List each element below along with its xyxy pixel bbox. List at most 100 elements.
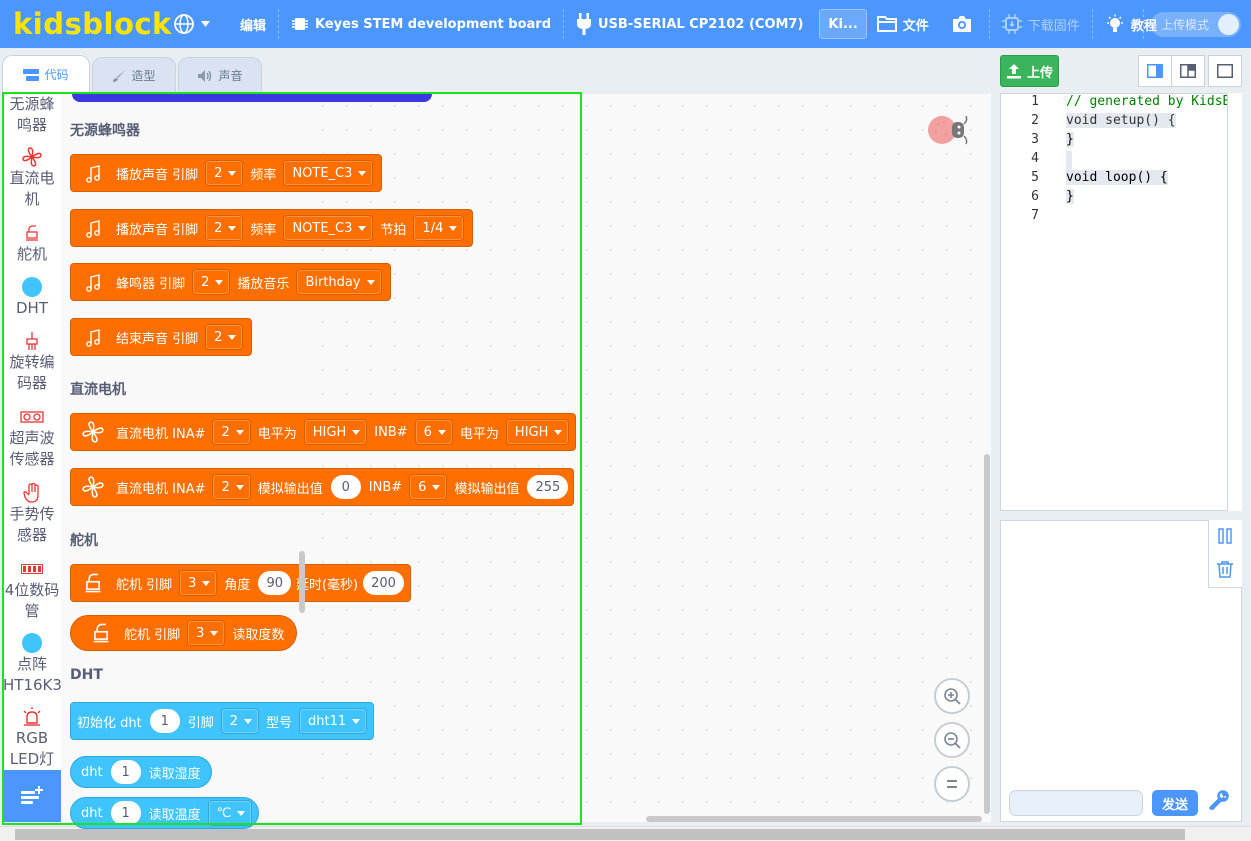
category-buzzer[interactable]: 无源蜂鸣器 [3, 94, 61, 136]
code-caret-highlight [1066, 151, 1072, 170]
inb-dropdown[interactable]: 6 [409, 474, 448, 500]
workspace-vertical-scrollbar[interactable] [984, 454, 990, 814]
dht-id-input[interactable]: 1 [110, 760, 141, 784]
model-dropdown[interactable]: dht11 [299, 708, 368, 734]
block-buzzer-music[interactable]: 蜂鸣器 引脚 2 播放音乐 Birthday [70, 263, 391, 301]
tab-code[interactable]: 代码 [2, 55, 90, 93]
block-dht-init[interactable]: 初始化 dht 1 引脚 2 型号 dht11 [70, 702, 375, 740]
menu-bar: kidsblock 编辑 Keyes STEM development boar… [0, 0, 1251, 48]
dht-id-input[interactable]: 1 [110, 801, 141, 825]
upload-button[interactable]: 上传 [1000, 55, 1059, 87]
frequency-dropdown[interactable]: NOTE_C3 [283, 160, 374, 186]
block-label: 延时(毫秒) [295, 577, 359, 593]
firmware-button[interactable]: 下载固件 [990, 0, 1092, 48]
block-dc-motor-analog[interactable]: 直流电机 INA# 2 模拟输出值 0 INB# 6 模拟输出值 255 [70, 468, 575, 506]
code-editor[interactable]: 1 // generated by KidsBlo 2 void setup()… [1000, 93, 1242, 511]
music-dropdown[interactable]: Birthday [296, 269, 382, 295]
category-servo[interactable]: 舵机 [3, 222, 61, 265]
delay-input[interactable]: 200 [363, 571, 404, 595]
extension-button[interactable] [3, 770, 61, 822]
category-ultrasonic[interactable]: 超声波传感器 [3, 406, 61, 470]
beat-dropdown[interactable]: 1/4 [413, 215, 465, 241]
category-dot-matrix[interactable]: 点阵HT16K33 [3, 632, 61, 696]
angle-input[interactable]: 90 [258, 571, 291, 595]
palette-scrollbar[interactable] [299, 551, 305, 613]
layout-split-button[interactable] [1171, 55, 1205, 87]
category-label: 舵机 [16, 245, 47, 263]
zoom-reset-button[interactable] [934, 766, 970, 802]
block-dht-humidity[interactable]: dht 1 读取湿度 [70, 756, 212, 788]
block-label: 频率 [250, 167, 277, 183]
layout-full-icon [1217, 64, 1233, 78]
code-text: // generated by KidsBlo [1066, 94, 1242, 109]
unit-dropdown[interactable]: ℃ [207, 800, 253, 826]
pause-button[interactable] [1217, 528, 1233, 548]
send-button[interactable]: 发送 [1152, 790, 1198, 816]
ina-level-dropdown[interactable]: HIGH [303, 419, 368, 445]
layout-right-panel-button[interactable] [1138, 55, 1172, 87]
line-number: 5 [1031, 170, 1039, 185]
fan-icon [22, 147, 42, 167]
layout-full-button[interactable] [1208, 55, 1242, 87]
inb-dropdown[interactable]: 6 [414, 419, 453, 445]
language-menu[interactable] [161, 0, 228, 48]
inb-value-input[interactable]: 255 [527, 475, 569, 499]
frequency-dropdown[interactable]: NOTE_C3 [283, 215, 374, 241]
category-gesture[interactable]: 手势传感器 [3, 482, 61, 546]
clear-button[interactable] [1216, 560, 1234, 582]
serial-send-input[interactable] [1009, 790, 1143, 816]
scrollbar-thumb[interactable] [15, 829, 1185, 840]
add-extension-icon [21, 786, 43, 804]
block-play-tone[interactable]: 播放声音 引脚 2 频率 NOTE_C3 [70, 154, 383, 192]
code-workspace[interactable] [311, 94, 991, 822]
screenshot-button[interactable] [941, 0, 989, 48]
light-icon [23, 707, 41, 726]
block-stop-tone[interactable]: 结束声音 引脚 2 [70, 318, 253, 356]
category-segment-display[interactable]: 4位数码管 [3, 558, 61, 622]
block-servo-write[interactable]: 舵机 引脚 3 角度 90 延时(毫秒) 200 [70, 564, 411, 602]
block-label: 电平为 [459, 426, 499, 442]
ina-dropdown[interactable]: 2 [212, 419, 251, 445]
block-label: 读取温度 [148, 807, 201, 823]
workspace-horizontal-scrollbar[interactable] [646, 816, 982, 822]
dht-id-input[interactable]: 1 [149, 709, 180, 733]
ina-value-input[interactable]: 0 [330, 475, 361, 499]
serial-settings-button[interactable] [1208, 790, 1230, 816]
servo-icon [26, 225, 38, 241]
zoom-out-button[interactable] [934, 722, 970, 758]
block-servo-read[interactable]: 舵机 引脚 3 读取度数 [70, 615, 298, 651]
board-selector[interactable]: Keyes STEM development board [279, 0, 563, 48]
code-line: 3 } [1001, 132, 1241, 151]
inb-level-dropdown[interactable]: HIGH [505, 419, 570, 445]
block-play-tone-beat[interactable]: 播放声音 引脚 2 频率 NOTE_C3 节拍 1/4 [70, 209, 474, 247]
pin-dropdown[interactable]: 2 [192, 269, 231, 295]
ina-dropdown[interactable]: 2 [212, 474, 251, 500]
firmware-label: 下载固件 [1027, 18, 1080, 34]
pin-dropdown[interactable]: 2 [205, 160, 244, 186]
file-menu[interactable]: 文件 [871, 0, 941, 48]
block-dht-temperature[interactable]: dht 1 读取温度 ℃ [70, 797, 260, 829]
pin-dropdown[interactable]: 3 [187, 620, 226, 646]
tab-sound[interactable]: 声音 [178, 57, 262, 93]
category-encoder[interactable]: 旋转编码器 [3, 330, 61, 394]
layout-split-icon [1180, 64, 1196, 78]
port-selector[interactable]: USB-SERIAL CP2102 (COM7) [564, 0, 815, 48]
category-dht[interactable]: DHT [3, 276, 61, 319]
tab-costume[interactable]: 造型 [92, 57, 176, 93]
pin-dropdown[interactable]: 2 [220, 708, 260, 734]
block-dc-motor-level[interactable]: 直流电机 INA# 2 电平为 HIGH INB# 6 电平为 HIGH [70, 413, 577, 451]
sprite-icon [924, 112, 970, 152]
file-label: 文件 [902, 18, 929, 34]
section-label-dht: DHT [70, 667, 103, 683]
code-scrollbar[interactable] [1227, 93, 1242, 511]
pin-dropdown[interactable]: 2 [205, 215, 244, 241]
zoom-in-button[interactable] [934, 678, 970, 714]
pin-dropdown[interactable]: 2 [205, 324, 244, 350]
pin-dropdown[interactable]: 3 [179, 570, 218, 596]
upload-mode-toggle[interactable]: 上传模式 [1151, 12, 1241, 37]
edit-menu[interactable]: 编辑 [228, 0, 278, 48]
category-dc-motor[interactable]: 直流电机 [3, 146, 61, 210]
kit-button[interactable]: Ki... [819, 9, 867, 39]
app-logo[interactable]: kidsblock [13, 7, 171, 41]
category-rgb-led[interactable]: RGB LED灯 [3, 706, 61, 770]
